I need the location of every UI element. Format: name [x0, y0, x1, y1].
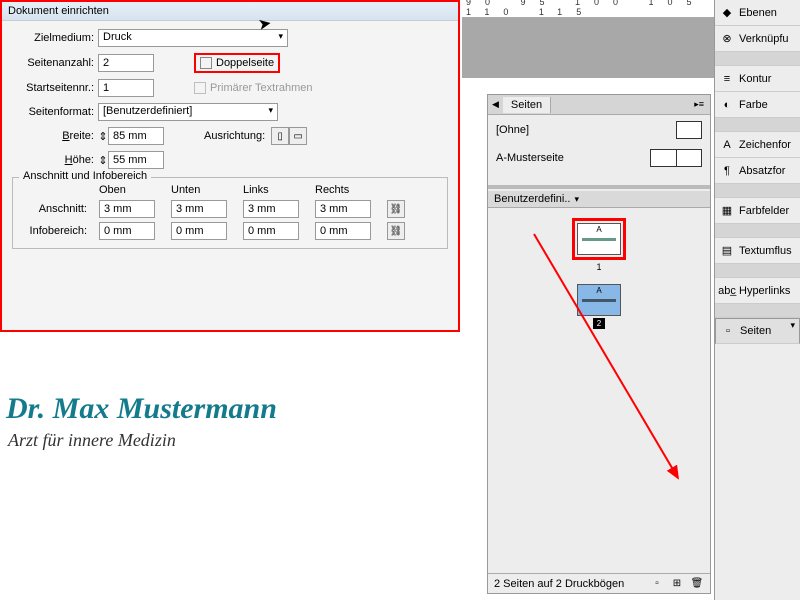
new-page-icon[interactable]: ⊞: [670, 577, 684, 591]
doc-name-text: Dr. Max Mustermann: [0, 332, 460, 426]
right-panels-strip: ◆Ebenen⊗Verknüpfu ≡Kontur◐Farbe AZeichenfo…: [714, 0, 800, 600]
panel-menu-icon[interactable]: ▸≡: [688, 99, 710, 110]
info-rechts[interactable]: [315, 222, 371, 240]
panel-icon: ▤: [720, 244, 734, 258]
pages-status: 2 Seiten auf 2 Druckbögen: [494, 578, 624, 590]
col-unten: Unten: [171, 184, 235, 196]
panel-button-verknüpfu[interactable]: ⊗Verknüpfu: [715, 26, 800, 52]
panel-icon: ⊗: [720, 32, 734, 46]
hoehe-input[interactable]: [108, 151, 164, 169]
seitenformat-label: Seitenformat:: [12, 106, 98, 118]
info-unten[interactable]: [171, 222, 227, 240]
dialog-title: Dokument einrichten: [2, 2, 458, 21]
anschnitt-oben[interactable]: [99, 200, 155, 218]
bleed-group: Anschnitt und Infobereich Oben Unten Lin…: [12, 177, 448, 249]
startseite-input[interactable]: [98, 79, 154, 97]
hoehe-label: Höhe:: [12, 154, 98, 166]
info-label: Infobereich:: [21, 225, 91, 237]
panel-button-farbe[interactable]: ◐Farbe: [715, 92, 800, 118]
col-links: Links: [243, 184, 307, 196]
edit-page-icon[interactable]: ▫: [650, 577, 664, 591]
seitenanzahl-input[interactable]: [98, 54, 154, 72]
panel-button-textumflus[interactable]: ▤Textumflus: [715, 238, 800, 264]
panel-icon: ▦: [720, 204, 734, 218]
preset-dropdown[interactable]: Benutzerdefini..: [488, 191, 710, 208]
panel-icon: A: [720, 138, 734, 152]
panel-button-absatzfor[interactable]: ¶Absatzfor: [715, 158, 800, 184]
panel-icon: ◐: [720, 98, 734, 112]
doppelseite-label: Doppelseite: [216, 57, 274, 69]
master-a-thumb[interactable]: [650, 149, 702, 167]
panel-button-zeichenfor[interactable]: AZeichenfor: [715, 132, 800, 158]
panel-button-farbfelder[interactable]: ▦Farbfelder: [715, 198, 800, 224]
textrahmen-checkbox: [194, 82, 206, 94]
link-anschnitt-icon[interactable]: ⛓: [387, 200, 405, 218]
anschnitt-rechts[interactable]: [315, 200, 371, 218]
page-1-highlight: A: [572, 218, 626, 260]
seitenformat-select[interactable]: [Benutzerdefiniert]: [98, 103, 278, 121]
page-1-label: 1: [596, 262, 601, 272]
orientation-landscape-button[interactable]: ▭: [289, 127, 307, 145]
pasteboard: [462, 18, 714, 78]
panel-button-hyperlinks[interactable]: abc̲Hyperlinks: [715, 278, 800, 304]
startseite-label: Startseitennr.:: [12, 82, 98, 94]
pages-tab[interactable]: Seiten: [503, 97, 551, 113]
page-1-thumb[interactable]: A: [577, 223, 621, 255]
delete-page-icon[interactable]: 🗑: [690, 577, 704, 591]
master-a[interactable]: A-Musterseite: [496, 152, 564, 164]
panel-icon: ◆: [720, 6, 734, 20]
info-links[interactable]: [243, 222, 299, 240]
master-none[interactable]: [Ohne]: [496, 124, 529, 136]
col-oben: Oben: [99, 184, 163, 196]
pages-panel: ◀ Seiten ▸≡ [Ohne] A-Musterseite Benutze…: [487, 94, 711, 594]
panel-button-kontur[interactable]: ≡Kontur: [715, 66, 800, 92]
page-2-label: 2: [593, 318, 605, 329]
document-setup-dialog: Dokument einrichten Zielmedium: Druck Se…: [0, 0, 460, 332]
panel-icon: ¶: [720, 164, 734, 178]
col-rechts: Rechts: [315, 184, 379, 196]
panel-icon: ≡: [720, 72, 734, 86]
panel-icon: ▫: [721, 324, 735, 338]
anschnitt-unten[interactable]: [171, 200, 227, 218]
pages-panel-tabbar: ◀ Seiten ▸≡: [488, 95, 710, 115]
orientation-portrait-button[interactable]: ▯: [271, 127, 289, 145]
panel-button-seiten[interactable]: ▫Seiten: [715, 318, 800, 344]
breite-label: Breite:: [12, 130, 98, 142]
doppelseite-checkbox[interactable]: [200, 57, 212, 69]
document-canvas: Dr. Max Mustermann Arzt für innere Mediz…: [0, 332, 460, 600]
master-none-thumb[interactable]: [676, 121, 702, 139]
bleed-group-title: Anschnitt und Infobereich: [19, 170, 151, 182]
breite-input[interactable]: [108, 127, 164, 145]
pages-panel-footer: 2 Seiten auf 2 Druckbögen ▫ ⊞ 🗑: [488, 573, 710, 593]
doppelseite-highlight: Doppelseite: [194, 53, 280, 73]
horizontal-ruler: 90 95 100 105 110 115: [462, 0, 714, 18]
info-oben[interactable]: [99, 222, 155, 240]
zielmedium-label: Zielmedium:: [12, 32, 98, 44]
anschnitt-label: Anschnitt:: [21, 203, 91, 215]
panel-button-ebenen[interactable]: ◆Ebenen: [715, 0, 800, 26]
panel-icon: abc̲: [720, 284, 734, 298]
seitenanzahl-label: Seitenanzahl:: [12, 57, 98, 69]
ausrichtung-label: Ausrichtung:: [204, 130, 265, 142]
doc-subtitle-text: Arzt für innere Medizin: [0, 426, 460, 451]
page-2-thumb[interactable]: A: [577, 284, 621, 316]
textrahmen-label: Primärer Textrahmen: [210, 82, 313, 94]
anschnitt-links[interactable]: [243, 200, 299, 218]
link-info-icon[interactable]: ⛓: [387, 222, 405, 240]
